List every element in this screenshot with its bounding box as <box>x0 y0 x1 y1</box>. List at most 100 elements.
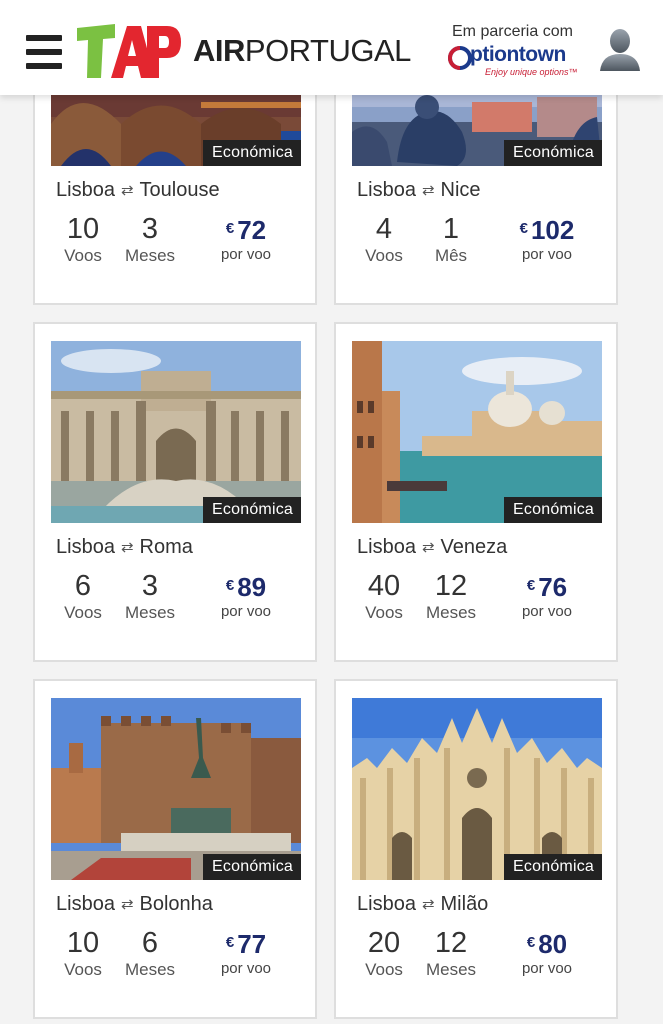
partner-name: ptiontown <box>470 43 566 66</box>
route-label: Lisboa ⇄ Roma <box>56 536 193 559</box>
price-value: 77 <box>237 929 267 959</box>
flight-card-veneza[interactable]: Económica Lisboa ⇄ Veneza 40 Voos 12 Meses… <box>334 322 618 662</box>
price-value: 72 <box>237 215 267 245</box>
currency-symbol: € <box>526 577 536 594</box>
price-label: por voo <box>220 603 272 620</box>
destination-photo: Económica <box>352 341 602 523</box>
origin: Lisboa <box>357 536 416 558</box>
months-stat: 12 Meses <box>420 571 482 625</box>
months-count: 3 <box>141 213 159 245</box>
route-label: Lisboa ⇄ Bolonha <box>56 893 213 916</box>
months-label: Mês <box>434 246 468 265</box>
destination-photo: Económica <box>51 698 301 880</box>
optiontown-circle-icon <box>448 46 472 70</box>
flight-card-nice[interactable]: Económica Lisboa ⇄ Nice 4 Voos 1 Mês €102 … <box>334 60 618 305</box>
brand-name-portugal: PORTUGAL <box>244 33 411 68</box>
tap-logo[interactable] <box>75 20 183 82</box>
origin: Lisboa <box>56 893 115 915</box>
flights-count: 20 <box>367 927 401 959</box>
route-label: Lisboa ⇄ Toulouse <box>56 179 220 202</box>
swap-arrows-icon: ⇄ <box>120 896 134 913</box>
origin: Lisboa <box>56 536 115 558</box>
swap-arrows-icon: ⇄ <box>120 539 134 556</box>
flights-stat: 6 Voos <box>57 571 109 625</box>
price-block: €77 por voo <box>205 930 287 980</box>
flights-count: 40 <box>367 570 401 602</box>
price-block: €89 por voo <box>205 573 287 623</box>
currency-symbol: € <box>519 220 528 237</box>
price-label: por voo <box>220 246 272 263</box>
months-stat: 1 Mês <box>420 214 482 268</box>
months-label: Meses <box>124 603 176 622</box>
route-label: Lisboa ⇄ Nice <box>357 179 481 202</box>
partner-tagline: Enjoy unique options™ <box>485 67 578 77</box>
flight-card-toulouse[interactable]: Económica Lisboa ⇄ Toulouse 10 Voos 3 Mese… <box>33 60 317 305</box>
swap-arrows-icon: ⇄ <box>421 896 435 913</box>
price-value: 102 <box>530 215 575 245</box>
destination-photo: Económica <box>352 698 602 880</box>
flights-label: Voos <box>365 960 403 979</box>
destination: Toulouse <box>139 179 220 201</box>
flight-card-bolonha[interactable]: Económica Lisboa ⇄ Bolonha 10 Voos 6 Meses… <box>33 679 317 1019</box>
currency-symbol: € <box>225 934 235 951</box>
price-label: por voo <box>521 603 573 620</box>
price-label: por voo <box>521 246 573 263</box>
months-count: 12 <box>434 570 468 602</box>
flights-stat: 40 Voos <box>358 571 410 625</box>
optiontown-logo[interactable]: ptiontown Enjoy unique options™ <box>448 42 593 82</box>
swap-arrows-icon: ⇄ <box>421 182 435 199</box>
flights-label: Voos <box>64 960 102 979</box>
cabin-badge: Económica <box>203 854 301 880</box>
swap-arrows-icon: ⇄ <box>120 182 134 199</box>
months-count: 1 <box>442 213 460 245</box>
price-value: 76 <box>538 572 568 602</box>
flights-stat: 10 Voos <box>57 214 109 268</box>
flights-stat: 4 Voos <box>358 214 410 268</box>
price-block: €76 por voo <box>506 573 588 623</box>
origin: Lisboa <box>56 179 115 201</box>
flights-label: Voos <box>365 603 403 622</box>
cabin-badge: Económica <box>504 497 602 523</box>
cabin-badge: Económica <box>504 140 602 166</box>
flights-count: 4 <box>375 213 393 245</box>
origin: Lisboa <box>357 179 416 201</box>
currency-symbol: € <box>225 220 235 237</box>
flights-count: 6 <box>74 570 92 602</box>
destination: Veneza <box>440 536 508 558</box>
cabin-badge: Económica <box>203 140 301 166</box>
flights-count: 10 <box>66 213 100 245</box>
destination: Bolonha <box>139 893 213 915</box>
app-header: AIRPORTUGAL Em parceria com ptiontown En… <box>0 0 663 95</box>
months-count: 6 <box>141 927 159 959</box>
months-stat: 3 Meses <box>119 214 181 268</box>
price-label: por voo <box>220 960 272 977</box>
months-label: Meses <box>425 960 477 979</box>
cabin-badge: Económica <box>504 854 602 880</box>
months-count: 12 <box>434 927 468 959</box>
swap-arrows-icon: ⇄ <box>421 539 435 556</box>
currency-symbol: € <box>225 577 235 594</box>
flights-stat: 10 Voos <box>57 928 109 982</box>
user-avatar-icon[interactable] <box>598 27 642 73</box>
months-label: Meses <box>124 246 176 265</box>
destination-photo: Económica <box>51 341 301 523</box>
months-stat: 3 Meses <box>119 571 181 625</box>
destination: Milão <box>440 893 489 915</box>
flights-label: Voos <box>64 603 102 622</box>
months-label: Meses <box>124 960 176 979</box>
route-label: Lisboa ⇄ Veneza <box>357 536 507 559</box>
destination: Nice <box>440 179 481 201</box>
months-stat: 6 Meses <box>119 928 181 982</box>
hamburger-menu-icon[interactable] <box>26 35 62 69</box>
price-block: €72 por voo <box>205 216 287 266</box>
price-block: €102 por voo <box>502 216 592 266</box>
partner-label: Em parceria com <box>452 23 573 40</box>
price-label: por voo <box>521 960 573 977</box>
origin: Lisboa <box>357 893 416 915</box>
flight-card-roma[interactable]: Económica Lisboa ⇄ Roma 6 Voos 3 Meses €89… <box>33 322 317 662</box>
flight-card-milao[interactable]: Económica Lisboa ⇄ Milão 20 Voos 12 Meses … <box>334 679 618 1019</box>
months-count: 3 <box>141 570 159 602</box>
price-value: 89 <box>237 572 267 602</box>
months-stat: 12 Meses <box>420 928 482 982</box>
currency-symbol: € <box>526 934 536 951</box>
